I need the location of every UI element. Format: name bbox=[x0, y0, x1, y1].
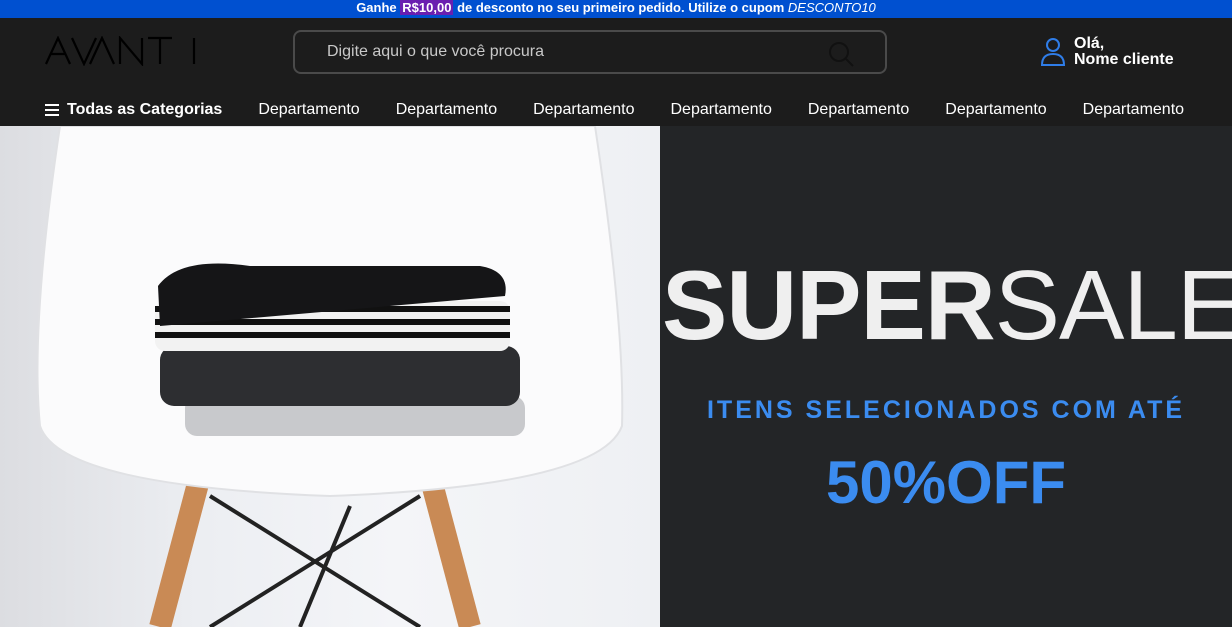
account-link[interactable]: Olá, Nome cliente bbox=[1040, 36, 1174, 68]
search-icon[interactable] bbox=[827, 40, 855, 68]
search-input[interactable] bbox=[295, 32, 885, 72]
nav-department[interactable]: Departamento bbox=[670, 101, 771, 119]
promo-banner: Ganhe R$10,00 de desconto no seu primeir… bbox=[0, 0, 1232, 18]
nav-department[interactable]: Departamento bbox=[945, 101, 1046, 119]
account-text: Olá, Nome cliente bbox=[1074, 36, 1174, 68]
promo-text: de desconto no seu primeiro pedido. Util… bbox=[457, 0, 785, 15]
nav-department[interactable]: Departamento bbox=[258, 101, 359, 119]
account-name: Nome cliente bbox=[1074, 51, 1174, 68]
chair-clothes-image bbox=[36, 126, 624, 627]
user-icon bbox=[1040, 38, 1066, 66]
all-categories-label: Todas as Categorias bbox=[67, 101, 223, 118]
account-greeting: Olá, bbox=[1074, 35, 1105, 52]
hero-image bbox=[0, 126, 660, 627]
nav-department[interactable]: Departamento bbox=[533, 101, 634, 119]
nav-department[interactable]: Departamento bbox=[1083, 101, 1184, 119]
nav-department[interactable]: Departamento bbox=[396, 101, 497, 119]
hero-title-light: SALE bbox=[994, 250, 1232, 360]
hero-text-panel: SUPERSALE ITENS SELECIONADOS COM ATÉ 50%… bbox=[660, 126, 1232, 627]
hamburger-icon bbox=[45, 104, 59, 116]
site-header: Olá, Nome cliente Todas as Categorias De… bbox=[0, 18, 1232, 126]
promo-coupon: DESCONTO10 bbox=[787, 0, 876, 15]
category-nav: Todas as Categorias Departamento Departa… bbox=[0, 94, 1232, 126]
avanti-logo bbox=[45, 34, 196, 68]
hero-discount: 50%OFF bbox=[825, 449, 1067, 516]
nav-department[interactable]: Departamento bbox=[808, 101, 909, 119]
promo-amount: R$10,00 bbox=[400, 0, 454, 15]
hero-subtitle: ITENS SELECIONADOS COM ATÉ bbox=[706, 396, 1186, 424]
hero-banner[interactable]: SUPERSALE ITENS SELECIONADOS COM ATÉ 50%… bbox=[0, 126, 1232, 627]
hero-title-bold: SUPER bbox=[662, 250, 996, 360]
site-logo[interactable] bbox=[44, 34, 198, 75]
all-categories-button[interactable]: Todas as Categorias bbox=[45, 101, 222, 119]
promo-prefix: Ganhe bbox=[356, 0, 397, 15]
hero-title: SUPERSALE bbox=[662, 256, 1232, 354]
search-box bbox=[293, 30, 887, 74]
